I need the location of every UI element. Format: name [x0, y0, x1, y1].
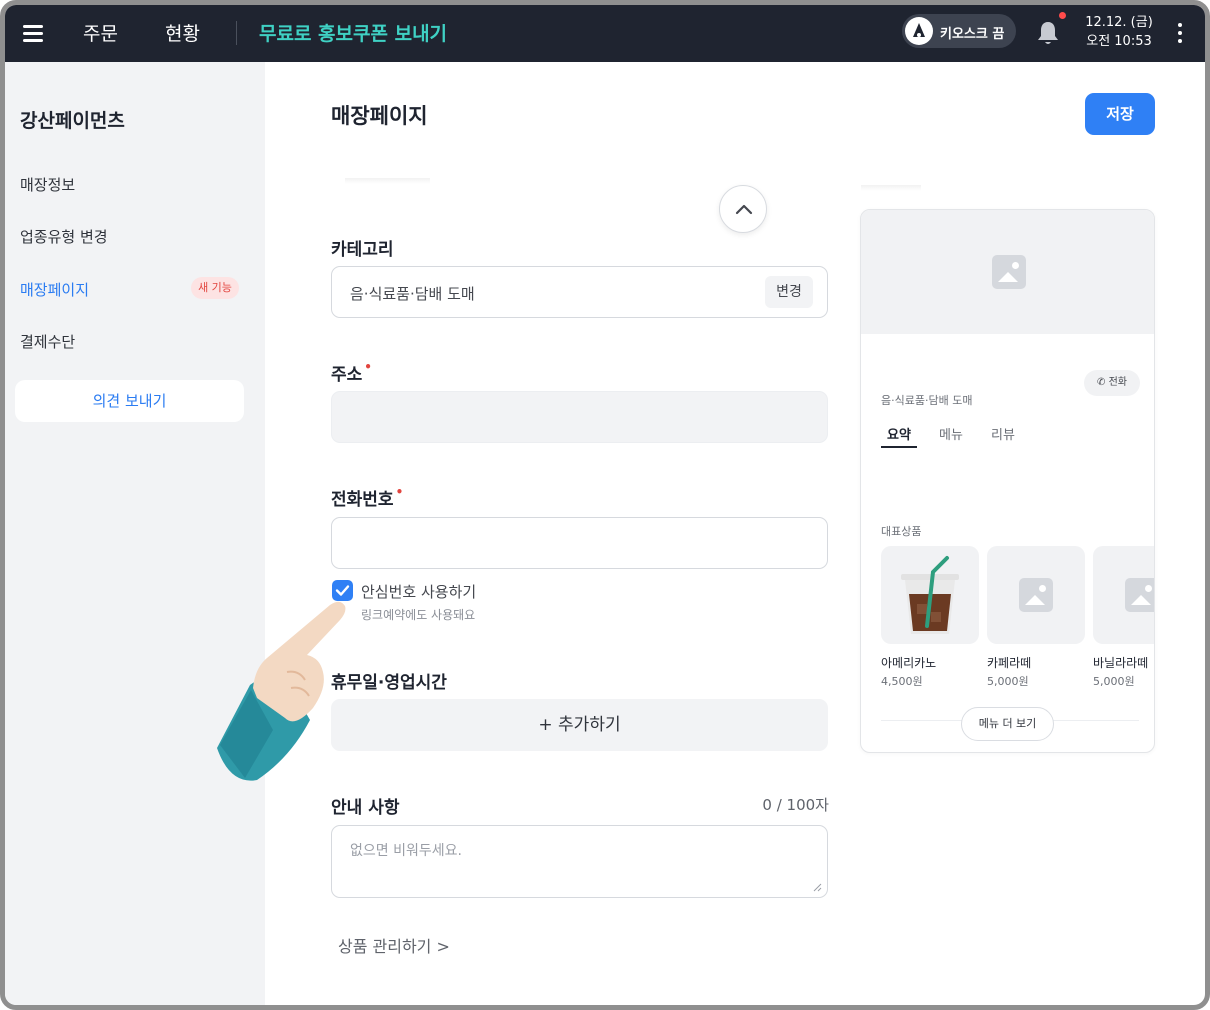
category-label: 카테고리: [331, 240, 394, 260]
nav-orders[interactable]: 주문: [83, 19, 118, 46]
page-title: 매장페이지: [331, 104, 428, 128]
sidebar-item-business-type[interactable]: 업종유형 변경: [20, 226, 108, 247]
hamburger-menu-icon[interactable]: [21, 21, 45, 45]
product-price: 5,000원: [1093, 675, 1135, 688]
iced-coffee-image: [881, 546, 979, 644]
image-placeholder-icon: [1019, 578, 1053, 612]
faded-preview-text: [861, 185, 921, 191]
chevron-up-icon: [735, 204, 753, 215]
phone-input[interactable]: [331, 517, 828, 569]
preview-section-title: 대표상품: [881, 525, 922, 538]
add-hours-button[interactable]: + 추가하기: [331, 699, 828, 751]
preview-tab-menu[interactable]: 메뉴: [939, 424, 963, 443]
top-bar: 주문 현황 무료로 홍보쿠폰 보내기 키오스크 끔 12.12. (금) 오전 …: [5, 5, 1205, 62]
product-price: 4,500원: [881, 675, 923, 688]
category-field: 음·식료품·담배 도매 변경: [331, 266, 828, 318]
required-mark: •: [395, 485, 404, 499]
preview-tab-summary[interactable]: 요약: [887, 424, 911, 443]
app-window: 주문 현황 무료로 홍보쿠폰 보내기 키오스크 끔 12.12. (금) 오전 …: [0, 0, 1210, 1010]
nav-divider: [236, 21, 237, 45]
notice-label: 안내 사항: [331, 798, 400, 818]
feedback-button[interactable]: 의견 보내기: [15, 380, 244, 422]
store-page-preview: ✆ 전화 음·식료품·담배 도매 요약 메뉴 리뷰 대표상품 아메리카노 4,5…: [860, 209, 1155, 753]
kiosk-icon: [905, 17, 933, 45]
bell-icon[interactable]: [1035, 19, 1061, 47]
promo-coupon-link[interactable]: 무료로 홍보쿠폰 보내기: [259, 19, 447, 46]
sidebar: 강산페이먼츠 매장정보 업종유형 변경 매장페이지 새 기능 결제수단 의견 보…: [5, 62, 265, 1005]
faded-section-text: [345, 178, 430, 184]
active-tab-underline: [881, 446, 917, 448]
pointing-hand-icon: [217, 601, 346, 781]
image-placeholder-icon: [1125, 578, 1154, 612]
kiosk-toggle[interactable]: 키오스크 끔: [902, 14, 1016, 48]
notice-placeholder: 없으면 비워두세요.: [350, 843, 462, 859]
safe-number-hint: 링크예약에도 사용돼요: [361, 608, 476, 622]
safe-number-label[interactable]: 안심번호 사용하기: [361, 581, 476, 602]
phone-label: 전화번호 •: [331, 485, 403, 510]
store-name: 강산페이먼츠: [20, 110, 125, 132]
sidebar-item-store-page[interactable]: 매장페이지: [20, 279, 89, 300]
change-category-button[interactable]: 변경: [765, 276, 813, 308]
preview-call-label: 전화: [1108, 377, 1127, 388]
product-name: 바닐라라떼: [1093, 656, 1149, 670]
collapse-button[interactable]: [719, 185, 767, 233]
preview-call-button[interactable]: ✆ 전화: [1084, 370, 1140, 396]
category-value: 음·식료품·담배 도매: [350, 285, 475, 303]
notification-dot: [1059, 12, 1066, 19]
manage-products-link[interactable]: 상품 관리하기 >: [338, 933, 450, 957]
sidebar-item-store-info[interactable]: 매장정보: [20, 174, 75, 195]
address-label: 주소 •: [331, 360, 372, 385]
preview-tab-review[interactable]: 리뷰: [991, 424, 1015, 443]
phone-icon: ✆: [1097, 377, 1106, 388]
sidebar-item-payment[interactable]: 결제수단: [20, 331, 75, 352]
date-text: 12.12. (금): [1085, 15, 1153, 30]
address-input[interactable]: [331, 391, 828, 443]
more-menu-button[interactable]: 메뉴 더 보기: [961, 707, 1054, 741]
new-feature-badge: 새 기능: [191, 277, 239, 299]
product-image-placeholder: [1093, 546, 1154, 644]
preview-hero-image: [861, 210, 1154, 334]
product-price: 5,000원: [987, 675, 1029, 688]
time-text: 오전 10:53: [1086, 34, 1152, 49]
notice-textarea[interactable]: 없으면 비워두세요.: [331, 825, 828, 898]
resize-grip-icon[interactable]: [812, 882, 822, 892]
image-placeholder-icon: [992, 255, 1026, 289]
more-options-icon[interactable]: [1175, 21, 1185, 45]
save-button[interactable]: 저장: [1085, 93, 1155, 135]
kiosk-toggle-label: 키오스크 끔: [940, 27, 1005, 42]
product-name: 아메리카노: [881, 656, 937, 670]
phone-label-text: 전화번호: [331, 490, 394, 510]
preview-category: 음·식료품·담배 도매: [881, 394, 973, 407]
nav-status[interactable]: 현황: [165, 19, 200, 46]
address-label-text: 주소: [331, 365, 363, 385]
datetime: 12.12. (금) 오전 10:53: [1083, 13, 1155, 51]
product-image-placeholder: [987, 546, 1085, 644]
notice-counter: 0 / 100자: [762, 796, 829, 814]
required-mark: •: [364, 360, 372, 374]
product-name: 카페라떼: [987, 656, 1032, 670]
